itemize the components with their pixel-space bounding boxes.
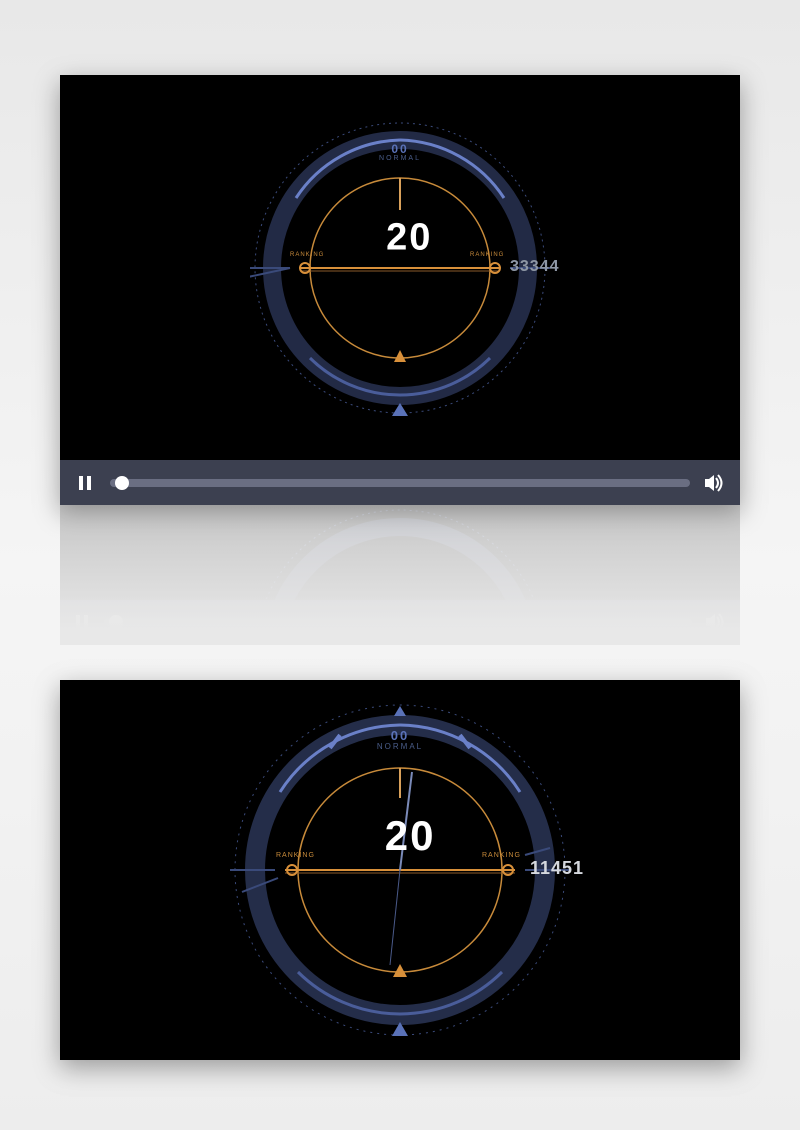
still-viewport: 00 NORMAL 20 11451 RANKING RANKING: [60, 680, 740, 1060]
hud-top-label: NORMAL: [377, 742, 423, 751]
hud-right-ranking-label: RANKING: [470, 252, 504, 258]
hud-ring-svg: [250, 118, 550, 418]
hud-side-readout: 33344: [510, 258, 560, 276]
hud-top-code: 00: [391, 728, 409, 743]
hud-center-value: 20: [385, 812, 436, 860]
hud-left-ranking-label: RANKING: [276, 852, 315, 859]
hud-center-value: 20: [386, 216, 432, 259]
hud-right-ranking-label: RANKING: [482, 852, 521, 859]
hud-top-code: 00: [391, 142, 408, 156]
pause-button[interactable]: [74, 472, 96, 494]
progress-thumb[interactable]: [115, 476, 129, 490]
hud-gauge: 00 NORMAL 20 11451 RANKING RANKING: [230, 700, 570, 1040]
reflection-fade: [60, 505, 740, 645]
reflection-decoration: [60, 505, 740, 645]
volume-icon: [705, 474, 725, 492]
pause-icon: [77, 475, 93, 491]
video-player-card: 00 NORMAL 20 33344 RANKING RANKING: [60, 75, 740, 505]
hud-gauge: 00 NORMAL 20 33344 RANKING RANKING: [250, 118, 550, 418]
hud-side-readout: 11451: [530, 858, 584, 879]
hud-left-ranking-label: RANKING: [290, 252, 324, 258]
video-viewport: 00 NORMAL 20 33344 RANKING RANKING: [60, 75, 740, 460]
hud-top-label: NORMAL: [379, 155, 421, 162]
hud-ring-svg: [230, 700, 570, 1040]
player-controls: [60, 460, 740, 505]
progress-bar[interactable]: [110, 479, 690, 487]
video-still-card: 00 NORMAL 20 11451 RANKING RANKING: [60, 680, 740, 1060]
volume-button[interactable]: [704, 472, 726, 494]
